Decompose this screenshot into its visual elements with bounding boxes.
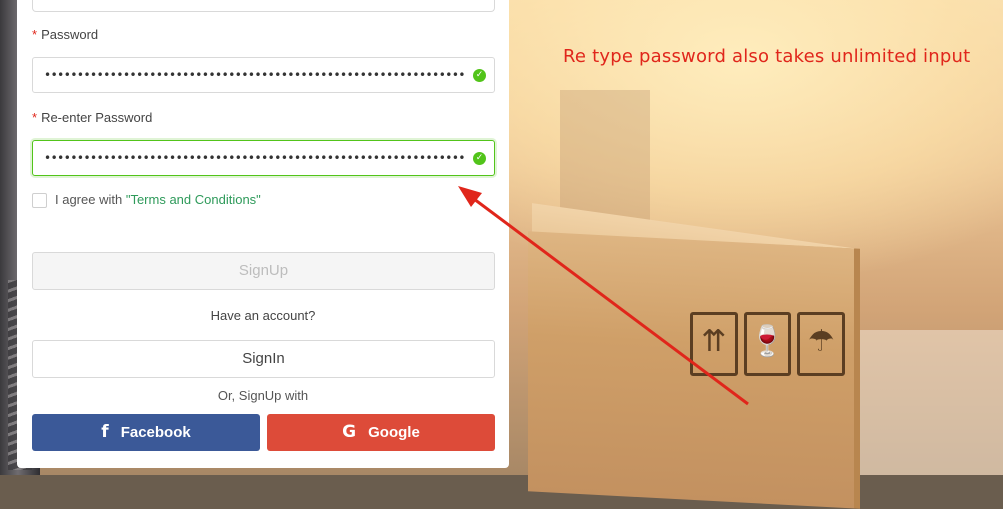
- google-icon: G: [342, 422, 357, 442]
- box-handling-icons: ⇈ 🍷 ☂: [690, 312, 846, 382]
- keep-dry-umbrella-icon: ☂: [797, 312, 846, 376]
- signup-form-card: * Password ••••••••••••••••••••••••••••••…: [17, 0, 509, 468]
- check-circle-icon: ✓: [473, 152, 486, 165]
- facebook-icon: f: [101, 422, 109, 442]
- reenter-password-label: * Re-enter Password: [32, 110, 152, 125]
- have-account-text: Have an account?: [210, 308, 316, 323]
- check-circle-icon: ✓: [473, 69, 486, 82]
- password-label: * Password: [32, 27, 98, 42]
- agree-label: I agree with: [55, 192, 126, 207]
- password-input-value: ••••••••••••••••••••••••••••••••••••••••…: [44, 68, 464, 82]
- reenter-password-input[interactable]: ••••••••••••••••••••••••••••••••••••••••…: [32, 140, 495, 176]
- required-mark: *: [32, 27, 38, 42]
- reenter-password-label-text: Re-enter Password: [41, 110, 153, 125]
- password-input[interactable]: ••••••••••••••••••••••••••••••••••••••••…: [32, 57, 495, 93]
- agree-checkbox[interactable]: [32, 193, 47, 208]
- this-way-up-icon: ⇈: [690, 312, 738, 376]
- password-label-text: Password: [41, 27, 99, 42]
- reenter-password-input-value: ••••••••••••••••••••••••••••••••••••••••…: [44, 151, 464, 165]
- google-button-label: Google: [368, 424, 420, 441]
- or-signup-with-text: Or, SignUp with: [217, 388, 309, 403]
- signup-button[interactable]: SignUp: [32, 252, 495, 290]
- agree-text: I agree with "Terms and Conditions": [55, 192, 261, 207]
- background-box-white: [860, 330, 1003, 475]
- google-signup-button[interactable]: G Google: [267, 414, 495, 451]
- required-mark: *: [32, 110, 38, 125]
- fragile-glass-icon: 🍷: [743, 312, 792, 376]
- signin-button[interactable]: SignIn: [32, 340, 495, 378]
- facebook-button-label: Facebook: [120, 424, 191, 441]
- annotation-note: Re type password also takes unlimited in…: [563, 46, 971, 67]
- terms-link[interactable]: "Terms and Conditions": [126, 192, 261, 207]
- previous-field-input[interactable]: [32, 0, 495, 12]
- facebook-signup-button[interactable]: f Facebook: [32, 414, 260, 451]
